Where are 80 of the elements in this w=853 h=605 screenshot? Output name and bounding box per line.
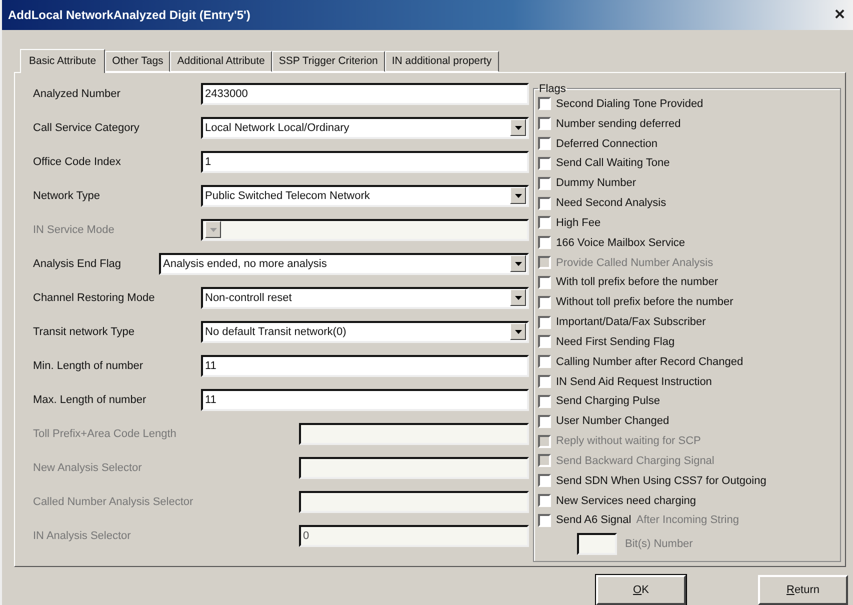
dropdown-field[interactable]: Public Switched Telecom Network (201, 184, 529, 207)
checkbox[interactable] (538, 196, 551, 210)
checkbox[interactable] (538, 474, 551, 488)
checkbox[interactable] (538, 494, 551, 508)
dropdown-field[interactable]: No default Transit network(0) (201, 320, 529, 343)
checkbox[interactable] (538, 514, 551, 527)
checkbox-label: Send A6 Signal (556, 514, 632, 526)
checkbox-label: Send SDN When Using CSS7 for Outgoing (556, 474, 766, 487)
checkbox-label: Without toll prefix before the number (556, 296, 734, 308)
checkbox-label: IN Send Aid Request Instruction (556, 376, 712, 388)
field-label: IN Service Mode (33, 224, 116, 236)
checkbox[interactable] (538, 156, 551, 170)
checkbox[interactable] (538, 236, 551, 250)
field-label: Min. Length of number (33, 360, 144, 372)
checkbox-label: Provide Called Number Analysis (556, 256, 714, 269)
tab[interactable]: Basic Attribute (20, 48, 106, 73)
checkbox-label: Reply without waiting for SCP (556, 435, 701, 448)
field-label: New Analysis Selector (33, 462, 143, 474)
dropdown-field[interactable] (201, 218, 529, 241)
text-field[interactable] (299, 490, 529, 513)
checkbox-label: Important/Data/Fax Subscriber (556, 316, 706, 328)
checkbox[interactable] (538, 316, 551, 329)
checkbox[interactable] (538, 414, 551, 428)
checkbox[interactable] (538, 276, 551, 289)
tab[interactable]: SSP Trigger Criterion (272, 50, 385, 72)
checkbox-label: Need First Sending Flag (556, 336, 675, 348)
window-title: AddLocal NetworkAnalyzed Digit (Entry'5') (8, 8, 250, 22)
tab[interactable]: Additional Attribute (170, 50, 272, 72)
checkbox-label: New Services need charging (556, 494, 696, 507)
checkbox[interactable] (538, 296, 551, 309)
field-label: IN Analysis Selector (33, 530, 132, 542)
ok-button[interactable]: OK (596, 575, 686, 605)
checkbox[interactable] (538, 137, 551, 150)
checkbox[interactable] (538, 375, 551, 388)
dropdown-field[interactable]: Analysis ended, no more analysis (159, 252, 529, 275)
checkbox-label: Calling Number after Record Changed (556, 356, 744, 368)
checkbox[interactable] (538, 216, 551, 230)
text-field[interactable]: 11 (201, 388, 529, 411)
checkbox[interactable] (538, 176, 551, 190)
checkbox-label: User Number Changed (556, 415, 670, 428)
field-label: Toll Prefix+Area Code Length (33, 428, 178, 440)
text-field[interactable]: 1 (201, 150, 529, 173)
checkbox[interactable] (538, 355, 551, 368)
dropdown-field[interactable]: Non-controll reset (201, 286, 529, 309)
field-label: Analyzed Number (33, 88, 122, 100)
field-label: Analysis End Flag (33, 258, 122, 270)
option-label: After Incoming String (636, 514, 739, 526)
checkbox[interactable] (538, 117, 551, 130)
field-label: Max. Length of number (33, 394, 148, 406)
text-field[interactable] (299, 422, 529, 445)
tab[interactable]: Other Tags (105, 50, 170, 72)
checkbox-label: Send Charging Pulse (556, 395, 660, 408)
field-label: Called Number Analysis Selector (33, 496, 194, 508)
field-label: Office Code Index (33, 156, 122, 168)
field-label: Channel Restoring Mode (33, 292, 156, 304)
checkbox-label: Send Backward Charging Signal (556, 454, 714, 467)
field-label: Network Type (33, 190, 102, 202)
return-button[interactable]: Return (758, 575, 848, 605)
checkbox[interactable] (538, 335, 551, 348)
tab[interactable]: IN additional property (384, 50, 499, 72)
checkbox[interactable] (538, 394, 551, 408)
text-field[interactable] (299, 456, 529, 479)
group-title: Flags (538, 82, 567, 95)
field-label: Bit(s) Number (625, 538, 693, 550)
checkbox-label: Deferred Connection (556, 138, 658, 150)
checkbox-label: Send Call Waiting Tone (556, 157, 670, 170)
checkbox-label: Second Dialing Tone Provided (556, 98, 704, 110)
checkbox-label: High Fee (556, 216, 601, 229)
text-field[interactable]: 11 (201, 354, 529, 377)
checkbox[interactable] (538, 97, 551, 110)
checkbox-label: Need Second Analysis (556, 197, 666, 210)
checkbox-label: 166 Voice Mailbox Service (556, 236, 686, 249)
checkbox-label: With toll prefix before the number (556, 276, 718, 288)
field-label: Transit network Type (33, 326, 136, 338)
close-button[interactable]: × (834, 4, 845, 26)
checkbox-label: Dummy Number (556, 177, 636, 190)
field-label: Call Service Category (33, 122, 140, 134)
text-field[interactable]: 2433000 (201, 82, 529, 105)
dropdown-field[interactable]: Local Network Local/Ordinary (201, 116, 529, 139)
checkbox-label: Number sending deferred (556, 118, 681, 130)
